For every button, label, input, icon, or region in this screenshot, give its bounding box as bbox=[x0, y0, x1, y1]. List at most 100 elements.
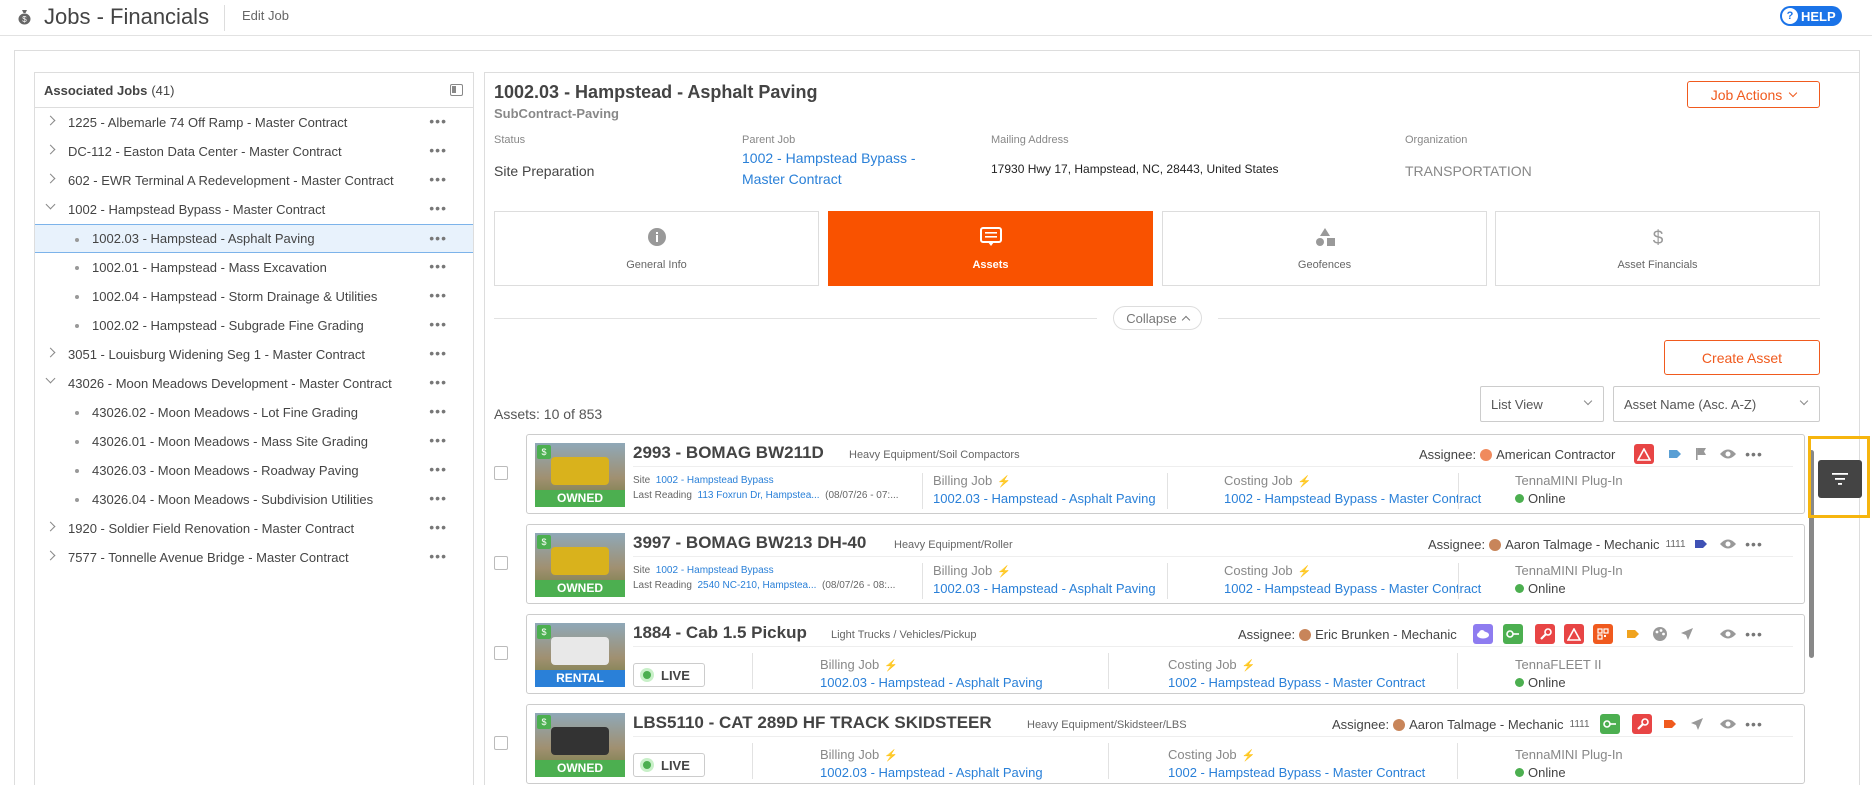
last-reading-link[interactable]: 113 Foxrun Dr, Hampstea... bbox=[698, 490, 820, 501]
billing-job-link[interactable]: 1002.03 - Hampstead - Asphalt Paving bbox=[820, 675, 1043, 690]
chevron-right-icon[interactable] bbox=[45, 347, 56, 358]
warning-icon[interactable] bbox=[1634, 444, 1654, 464]
more-options-icon[interactable]: ••• bbox=[429, 230, 447, 246]
parent-job-link[interactable]: 1002 - Hampstead Bypass - Master Contrac… bbox=[742, 148, 932, 190]
create-asset-button[interactable]: Create Asset bbox=[1664, 340, 1820, 375]
billing-job-link[interactable]: 1002.03 - Hampstead - Asphalt Paving bbox=[933, 581, 1156, 596]
tree-child-job[interactable]: 1002.03 - Hampstead - Asphalt Paving ••• bbox=[35, 224, 473, 253]
collapse-panel-icon[interactable] bbox=[450, 84, 463, 96]
more-options-icon[interactable]: ••• bbox=[1744, 624, 1764, 644]
costing-job-link[interactable]: 1002 - Hampstead Bypass - Master Contrac… bbox=[1168, 675, 1425, 690]
site-link[interactable]: 1002 - Hampstead Bypass bbox=[656, 565, 774, 576]
tag-icon[interactable] bbox=[1660, 714, 1680, 734]
sort-select[interactable]: Asset Name (Asc. A-Z) bbox=[1613, 386, 1820, 422]
edit-job-link[interactable]: Edit Job bbox=[242, 8, 289, 23]
asset-title[interactable]: 2993 - BOMAG BW211D bbox=[633, 443, 824, 463]
last-reading-link[interactable]: 2540 NC-210, Hampstea... bbox=[698, 580, 817, 591]
tree-child-job[interactable]: 43026.04 - Moon Meadows - Subdivision Ut… bbox=[35, 485, 473, 514]
eye-icon[interactable] bbox=[1718, 714, 1738, 734]
asset-card[interactable]: $ OWNED LBS5110 - CAT 289D HF TRACK SKID… bbox=[526, 704, 1805, 784]
warning-icon[interactable] bbox=[1564, 624, 1584, 644]
asset-card[interactable]: $ OWNED 2993 - BOMAG BW211D Heavy Equipm… bbox=[526, 434, 1805, 514]
asset-card[interactable]: $ OWNED 3997 - BOMAG BW213 DH-40 Heavy E… bbox=[526, 524, 1805, 604]
tree-child-job[interactable]: 1002.02 - Hampstead - Subgrade Fine Grad… bbox=[35, 311, 473, 340]
tree-child-job[interactable]: 43026.01 - Moon Meadows - Mass Site Grad… bbox=[35, 427, 473, 456]
more-options-icon[interactable]: ••• bbox=[1744, 444, 1764, 464]
more-options-icon[interactable]: ••• bbox=[429, 287, 447, 303]
site-link[interactable]: 1002 - Hampstead Bypass bbox=[656, 475, 774, 486]
tree-parent-job[interactable]: 3051 - Louisburg Widening Seg 1 - Master… bbox=[35, 340, 473, 369]
navigation-icon[interactable] bbox=[1687, 714, 1707, 734]
asset-checkbox[interactable] bbox=[494, 736, 508, 750]
more-options-icon[interactable]: ••• bbox=[429, 490, 447, 506]
chevron-right-icon[interactable] bbox=[45, 521, 56, 532]
chevron-right-icon[interactable] bbox=[45, 115, 56, 126]
more-options-icon[interactable]: ••• bbox=[429, 113, 447, 129]
costing-job-link[interactable]: 1002 - Hampstead Bypass - Master Contrac… bbox=[1224, 581, 1481, 596]
tab-geofences[interactable]: Geofences bbox=[1162, 211, 1487, 286]
billing-job-link[interactable]: 1002.03 - Hampstead - Asphalt Paving bbox=[820, 765, 1043, 780]
chevron-right-icon[interactable] bbox=[45, 173, 56, 184]
more-options-icon[interactable]: ••• bbox=[429, 171, 447, 187]
tree-parent-job[interactable]: 1225 - Albemarle 74 Off Ramp - Master Co… bbox=[35, 108, 473, 137]
more-options-icon[interactable]: ••• bbox=[429, 461, 447, 477]
job-actions-button[interactable]: Job Actions bbox=[1687, 81, 1820, 108]
flag-icon[interactable] bbox=[1691, 444, 1711, 464]
more-options-icon[interactable]: ••• bbox=[429, 403, 447, 419]
view-select[interactable]: List View bbox=[1480, 386, 1604, 422]
more-options-icon[interactable]: ••• bbox=[1744, 534, 1764, 554]
tree-child-job[interactable]: 43026.02 - Moon Meadows - Lot Fine Gradi… bbox=[35, 398, 473, 427]
collapse-button[interactable]: Collapse bbox=[1113, 306, 1202, 330]
tree-parent-job[interactable]: 602 - EWR Terminal A Redevelopment - Mas… bbox=[35, 166, 473, 195]
more-options-icon[interactable]: ••• bbox=[429, 200, 447, 216]
asset-title[interactable]: 3997 - BOMAG BW213 DH-40 bbox=[633, 533, 866, 553]
assignee-name[interactable]: Aaron Talmage - Mechanic bbox=[1409, 717, 1563, 732]
tree-parent-job[interactable]: 7577 - Tonnelle Avenue Bridge - Master C… bbox=[35, 543, 473, 572]
tree-parent-job[interactable]: 43026 - Moon Meadows Development - Maste… bbox=[35, 369, 473, 398]
billing-job-link[interactable]: 1002.03 - Hampstead - Asphalt Paving bbox=[933, 491, 1156, 506]
tab-general-info[interactable]: General Info bbox=[494, 211, 819, 286]
asset-card[interactable]: $ RENTAL 1884 - Cab 1.5 Pickup Light Tru… bbox=[526, 614, 1805, 694]
tree-child-job[interactable]: 43026.03 - Moon Meadows - Roadway Paving… bbox=[35, 456, 473, 485]
wrench-icon[interactable] bbox=[1535, 624, 1555, 644]
costing-job-link[interactable]: 1002 - Hampstead Bypass - Master Contrac… bbox=[1224, 491, 1481, 506]
more-options-icon[interactable]: ••• bbox=[429, 432, 447, 448]
more-options-icon[interactable]: ••• bbox=[429, 258, 447, 274]
tag-icon[interactable] bbox=[1691, 534, 1711, 554]
chevron-right-icon[interactable] bbox=[45, 550, 56, 561]
asset-checkbox[interactable] bbox=[494, 556, 508, 570]
more-options-icon[interactable]: ••• bbox=[429, 316, 447, 332]
key-icon[interactable] bbox=[1600, 714, 1620, 734]
asset-checkbox[interactable] bbox=[494, 466, 508, 480]
eye-icon[interactable] bbox=[1718, 444, 1738, 464]
chevron-down-icon[interactable] bbox=[45, 373, 56, 384]
assignee-name[interactable]: Eric Brunken - Mechanic bbox=[1315, 627, 1457, 642]
wrench-icon[interactable] bbox=[1632, 714, 1652, 734]
more-options-icon[interactable]: ••• bbox=[429, 142, 447, 158]
cloud-icon[interactable] bbox=[1473, 624, 1493, 644]
tree-parent-job[interactable]: 1920 - Soldier Field Renovation - Master… bbox=[35, 514, 473, 543]
tag-icon[interactable] bbox=[1623, 624, 1643, 644]
assignee-name[interactable]: American Contractor bbox=[1496, 447, 1615, 462]
eye-icon[interactable] bbox=[1718, 534, 1738, 554]
chevron-right-icon[interactable] bbox=[45, 144, 56, 155]
more-options-icon[interactable]: ••• bbox=[1744, 714, 1764, 734]
filter-button[interactable] bbox=[1818, 460, 1862, 498]
more-options-icon[interactable]: ••• bbox=[429, 374, 447, 390]
chevron-down-icon[interactable] bbox=[45, 199, 56, 210]
eye-icon[interactable] bbox=[1718, 624, 1738, 644]
more-options-icon[interactable]: ••• bbox=[429, 548, 447, 564]
assignee-name[interactable]: Aaron Talmage - Mechanic bbox=[1505, 537, 1659, 552]
navigation-icon[interactable] bbox=[1677, 624, 1697, 644]
asset-title[interactable]: 1884 - Cab 1.5 Pickup bbox=[633, 623, 807, 643]
more-options-icon[interactable]: ••• bbox=[429, 345, 447, 361]
tree-parent-job[interactable]: DC-112 - Easton Data Center - Master Con… bbox=[35, 137, 473, 166]
tree-child-job[interactable]: 1002.01 - Hampstead - Mass Excavation ••• bbox=[35, 253, 473, 282]
costing-job-link[interactable]: 1002 - Hampstead Bypass - Master Contrac… bbox=[1168, 765, 1425, 780]
key-icon[interactable] bbox=[1503, 624, 1523, 644]
tab-asset-financials[interactable]: $ Asset Financials bbox=[1495, 211, 1820, 286]
asset-checkbox[interactable] bbox=[494, 646, 508, 660]
asset-title[interactable]: LBS5110 - CAT 289D HF TRACK SKIDSTEER bbox=[633, 713, 992, 733]
help-button[interactable]: ? HELP bbox=[1780, 6, 1842, 26]
palette-icon[interactable] bbox=[1650, 624, 1670, 644]
